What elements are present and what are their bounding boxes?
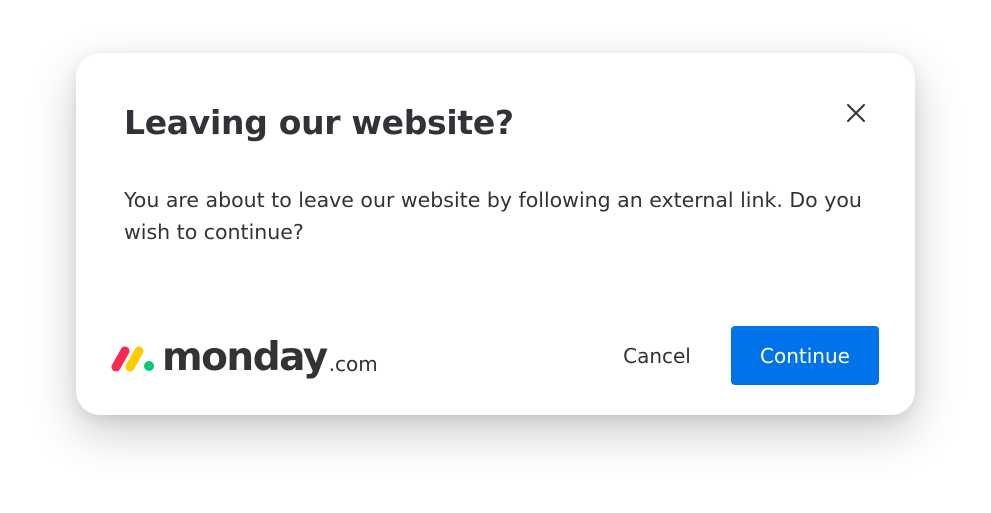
monday-mark-icon [111,346,154,372]
monday-logo: monday .com [110,335,378,381]
close-icon [847,104,865,122]
leave-site-dialog: Leaving our website? You are about to le… [76,53,915,415]
dialog-title: Leaving our website? [124,103,514,142]
cancel-button[interactable]: Cancel [601,326,713,386]
logo-wordmark: monday [162,335,328,380]
logo-suffix: .com [328,352,378,376]
dialog-message: You are about to leave our website by fo… [124,188,862,244]
close-button[interactable] [840,97,872,129]
continue-button[interactable]: Continue [731,326,879,385]
